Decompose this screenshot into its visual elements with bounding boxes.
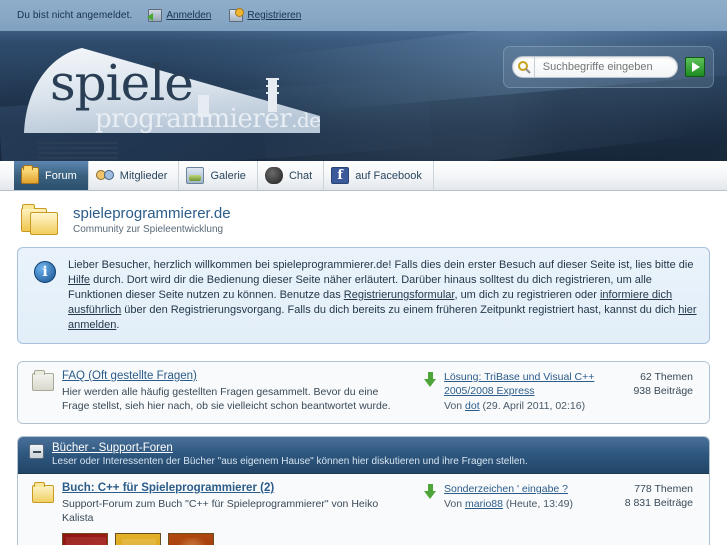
top-user-bar: Du bist nicht angemeldet. Anmelden Regis…	[0, 0, 727, 31]
site-logo[interactable]: spiele programmierer.de	[20, 38, 350, 159]
nav-tab-galerie-label: Galerie	[210, 169, 246, 182]
search-field[interactable]	[512, 56, 678, 78]
book-cover[interactable]: C++ für Spieleprogrammierer	[62, 533, 108, 545]
login-link[interactable]: Anmelden	[166, 10, 211, 21]
notice-p3: , um dich zu registrieren oder	[454, 289, 600, 301]
forum-link-faq[interactable]: FAQ (Oft gestellte Fragen)	[62, 370, 197, 382]
forum-row-cpp-buch: Buch: C++ für Spieleprogrammierer (2) Su…	[18, 474, 709, 545]
category-link-buecher[interactable]: Bücher - Support-Foren	[52, 442, 173, 454]
nav-tab-facebook[interactable]: f auf Facebook	[324, 161, 434, 190]
forum-desc-cpp-buch: Support-Forum zum Buch "C++ für Spielepr…	[62, 498, 379, 524]
last-post-byline-cpp-buch: Von mario88 (Heute, 13:49)	[444, 497, 573, 511]
login-link-wrap[interactable]: Anmelden	[147, 9, 215, 22]
help-link[interactable]: Hilfe	[68, 274, 90, 286]
folder-icon	[32, 482, 54, 503]
page-subtitle: Community zur Spieleentwicklung	[73, 224, 224, 235]
forum-row-faq: FAQ (Oft gestellte Fragen) Hier werden a…	[18, 362, 709, 423]
register-link[interactable]: Registrieren	[247, 10, 301, 21]
welcome-notice-text: Lieber Besucher, herzlich willkommen bei…	[68, 258, 697, 333]
main-navigation: Forum Mitglieder Galerie Chat f auf Face…	[0, 161, 727, 191]
thread-count-cpp-buch: 778 Themen	[634, 483, 693, 495]
logo-decoration-lines	[38, 142, 118, 161]
last-post-cpp-buch: Sonderzeichen ' eingabe ? Von mario88 (H…	[420, 482, 595, 545]
forum-main-cpp-buch: Buch: C++ für Spieleprogrammierer (2) Su…	[62, 482, 420, 545]
search-box[interactable]	[503, 46, 714, 88]
collapse-minus-icon[interactable]	[29, 444, 44, 459]
registration-form-link[interactable]: Registrierungsformular	[344, 289, 455, 301]
book-cover[interactable]: C++ für Spieleprogrammierer	[115, 533, 161, 545]
last-post-author-cpp-buch[interactable]: mario88	[465, 498, 503, 510]
page-title-text: spieleprogrammierer.de Community zur Spi…	[73, 205, 231, 235]
last-post-faq: Lösung: TriBase und Visual C++ 2005/2008…	[420, 370, 595, 413]
nav-tab-galerie[interactable]: Galerie	[179, 161, 258, 190]
nav-tab-facebook-label: auf Facebook	[355, 169, 422, 182]
notice-p4: über den Registrierungsvorgang. Falls du…	[121, 304, 679, 316]
chat-bubble-icon	[264, 167, 283, 184]
forum-main-faq: FAQ (Oft gestellte Fragen) Hier werden a…	[62, 370, 420, 413]
forum-icon-wrap	[32, 370, 58, 393]
arrow-down-green-icon[interactable]	[424, 484, 438, 500]
nav-tab-chat-label: Chat	[288, 169, 313, 182]
login-icon	[147, 9, 163, 22]
login-status-text: Du bist nicht angemeldet.	[17, 10, 133, 21]
site-banner: Du bist nicht angemeldet. Anmelden Regis…	[0, 0, 727, 161]
forum-desc-faq: Hier werden alle häufig gestellten Frage…	[62, 386, 391, 412]
logo-text-spiele: spiele	[50, 54, 194, 112]
book-cover-strip: C++ für Spieleprogrammierer C++ für Spie…	[62, 533, 412, 545]
search-input[interactable]	[534, 60, 677, 74]
facebook-icon: f	[331, 167, 350, 184]
arrow-down-green-icon[interactable]	[424, 372, 438, 388]
category-desc-buecher: Leser oder Interessenten der Bücher "aus…	[52, 456, 528, 467]
last-post-link-faq[interactable]: Lösung: TriBase und Visual C++ 2005/2008…	[444, 371, 594, 397]
forum-block-buecher: Bücher - Support-Foren Leser oder Intere…	[17, 436, 710, 545]
nav-tab-mitglieder-label: Mitglieder	[119, 169, 168, 182]
category-header-text: Bücher - Support-Foren Leser oder Intere…	[52, 442, 528, 467]
last-post-link-cpp-buch[interactable]: Sonderzeichen ' eingabe ?	[444, 483, 568, 495]
last-post-date-cpp-buch: (Heute, 13:49)	[502, 498, 574, 510]
welcome-notice: i Lieber Besucher, herzlich willkommen b…	[17, 247, 710, 344]
byline-prefix: Von	[444, 498, 466, 510]
last-post-text-faq: Lösung: TriBase und Visual C++ 2005/2008…	[444, 370, 595, 413]
thread-count-faq: 62 Themen	[640, 371, 693, 383]
folder-grey-icon	[32, 370, 54, 391]
search-icon[interactable]	[514, 57, 535, 77]
forum-link-cpp-buch[interactable]: Buch: C++ für Spieleprogrammierer (2)	[62, 482, 274, 494]
users-icon	[95, 167, 114, 184]
logo-text-programmierer: programmierer.de	[95, 104, 321, 134]
post-count-cpp-buch: 8 831 Beiträge	[624, 497, 693, 509]
book-cover[interactable]: C++ für Spiele-programmierer	[168, 533, 214, 545]
byline-prefix: Von	[444, 400, 466, 412]
last-post-text-cpp-buch: Sonderzeichen ' eingabe ? Von mario88 (H…	[444, 482, 573, 545]
folders-icon	[21, 203, 61, 237]
page-content: spieleprogrammierer.de Community zur Spi…	[0, 191, 727, 545]
nav-tab-mitglieder[interactable]: Mitglieder	[89, 161, 180, 190]
page-title: spieleprogrammierer.de	[73, 205, 231, 222]
search-submit-button[interactable]	[685, 57, 705, 77]
nav-tab-forum[interactable]: Forum	[14, 161, 89, 190]
notice-p1: Lieber Besucher, herzlich willkommen bei…	[68, 259, 694, 271]
play-arrow-icon	[692, 62, 700, 72]
post-count-faq: 938 Beiträge	[633, 385, 693, 397]
register-icon	[229, 8, 245, 22]
page-title-row: spieleprogrammierer.de Community zur Spi…	[17, 191, 710, 247]
forum-block-faq: FAQ (Oft gestellte Fragen) Hier werden a…	[17, 361, 710, 424]
nav-tab-forum-label: Forum	[45, 169, 77, 182]
folder-icon	[21, 165, 39, 184]
category-header-buecher: Bücher - Support-Foren Leser oder Intere…	[18, 437, 709, 474]
last-post-date-faq: (29. April 2011, 02:16)	[479, 400, 586, 412]
forum-stats-faq: 62 Themen 938 Beiträge	[595, 370, 703, 413]
notice-p5: .	[116, 319, 120, 331]
nav-tab-chat[interactable]: Chat	[258, 161, 325, 190]
gallery-icon	[186, 167, 205, 184]
forum-icon-wrap	[32, 482, 58, 505]
register-link-wrap[interactable]: Registrieren	[229, 8, 305, 22]
forum-stats-cpp-buch: 778 Themen 8 831 Beiträge	[595, 482, 703, 545]
info-icon: i	[34, 261, 56, 283]
last-post-byline-faq: Von dot (29. April 2011, 02:16)	[444, 399, 595, 413]
last-post-author-faq[interactable]: dot	[465, 400, 480, 412]
